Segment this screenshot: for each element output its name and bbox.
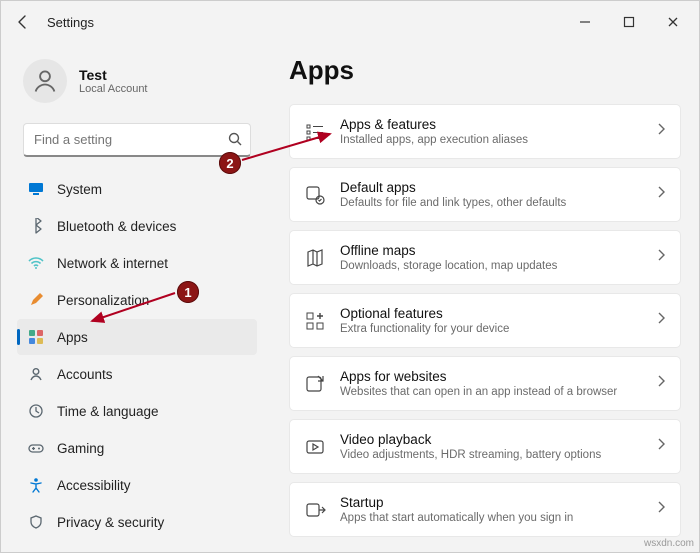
apps-icon bbox=[27, 328, 45, 346]
sidebar-item-personalization[interactable]: Personalization bbox=[17, 282, 257, 318]
sidebar-item-label: Personalization bbox=[57, 293, 149, 308]
display-icon bbox=[27, 180, 45, 198]
chevron-right-icon bbox=[656, 500, 666, 519]
sidebar-item-time[interactable]: Time & language bbox=[17, 393, 257, 429]
search-icon bbox=[227, 131, 243, 152]
sidebar-item-apps[interactable]: Apps bbox=[17, 319, 257, 355]
card-subtitle: Websites that can open in an app instead… bbox=[340, 386, 642, 398]
annotation-badge-1: 1 bbox=[177, 281, 199, 303]
card-title: Default apps bbox=[340, 180, 642, 195]
grid-plus-icon bbox=[304, 310, 326, 332]
nav-list: System Bluetooth & devices Network & int… bbox=[17, 171, 257, 552]
sidebar-item-label: Windows Update bbox=[57, 552, 159, 553]
window-controls bbox=[563, 7, 695, 37]
card-default-apps[interactable]: Default apps Defaults for file and link t… bbox=[289, 167, 681, 222]
chevron-right-icon bbox=[656, 122, 666, 141]
startup-icon bbox=[304, 499, 326, 521]
annotation-badge-2: 2 bbox=[219, 152, 241, 174]
search-container bbox=[23, 123, 251, 157]
card-title: Apps for websites bbox=[340, 369, 642, 384]
watermark: wsxdn.com bbox=[644, 538, 694, 549]
card-offline-maps[interactable]: Offline maps Downloads, storage location,… bbox=[289, 230, 681, 285]
list-icon bbox=[304, 121, 326, 143]
sidebar-item-label: System bbox=[57, 182, 102, 197]
sidebar-item-label: Accessibility bbox=[57, 478, 131, 493]
user-subtitle: Local Account bbox=[79, 83, 148, 95]
map-icon bbox=[304, 247, 326, 269]
sidebar-item-privacy[interactable]: Privacy & security bbox=[17, 504, 257, 540]
video-icon bbox=[304, 436, 326, 458]
card-subtitle: Video adjustments, HDR streaming, batter… bbox=[340, 449, 642, 461]
card-video-playback[interactable]: Video playback Video adjustments, HDR str… bbox=[289, 419, 681, 474]
page-title: Apps bbox=[289, 55, 681, 86]
sidebar-item-accessibility[interactable]: Accessibility bbox=[17, 467, 257, 503]
minimize-button[interactable] bbox=[563, 7, 607, 37]
card-subtitle: Defaults for file and link types, other … bbox=[340, 197, 642, 209]
sidebar-item-label: Apps bbox=[57, 330, 88, 345]
chevron-right-icon bbox=[656, 185, 666, 204]
chevron-right-icon bbox=[656, 437, 666, 456]
sidebar-item-label: Network & internet bbox=[57, 256, 168, 271]
card-startup[interactable]: Startup Apps that start automatically whe… bbox=[289, 482, 681, 537]
maximize-button[interactable] bbox=[607, 7, 651, 37]
sidebar-item-network[interactable]: Network & internet bbox=[17, 245, 257, 281]
sidebar-item-accounts[interactable]: Accounts bbox=[17, 356, 257, 392]
window-title: Settings bbox=[47, 15, 94, 30]
titlebar: Settings bbox=[1, 1, 699, 43]
sidebar-item-label: Bluetooth & devices bbox=[57, 219, 176, 234]
chevron-right-icon bbox=[656, 248, 666, 267]
sidebar-item-bluetooth[interactable]: Bluetooth & devices bbox=[17, 208, 257, 244]
sidebar: Test Local Account System Bluetooth & de… bbox=[1, 43, 265, 552]
card-optional-features[interactable]: Optional features Extra functionality for… bbox=[289, 293, 681, 348]
sidebar-item-label: Gaming bbox=[57, 441, 104, 456]
card-apps-features[interactable]: Apps & features Installed apps, app execu… bbox=[289, 104, 681, 159]
card-apps-for-websites[interactable]: Apps for websites Websites that can open … bbox=[289, 356, 681, 411]
wifi-icon bbox=[27, 254, 45, 272]
sidebar-item-label: Time & language bbox=[57, 404, 159, 419]
user-account-row[interactable]: Test Local Account bbox=[17, 49, 257, 119]
card-title: Apps & features bbox=[340, 117, 642, 132]
card-title: Optional features bbox=[340, 306, 642, 321]
clock-icon bbox=[27, 402, 45, 420]
app-link-icon bbox=[304, 373, 326, 395]
card-subtitle: Extra functionality for your device bbox=[340, 323, 642, 335]
sidebar-item-update[interactable]: Windows Update bbox=[17, 541, 257, 552]
update-icon bbox=[27, 550, 45, 552]
brush-icon bbox=[27, 291, 45, 309]
close-button[interactable] bbox=[651, 7, 695, 37]
card-title: Offline maps bbox=[340, 243, 642, 258]
default-apps-icon bbox=[304, 184, 326, 206]
sidebar-item-label: Accounts bbox=[57, 367, 113, 382]
content-pane: Apps Apps & features Installed apps, app … bbox=[265, 43, 699, 552]
avatar bbox=[23, 59, 67, 103]
accessibility-icon bbox=[27, 476, 45, 494]
card-title: Startup bbox=[340, 495, 642, 510]
card-subtitle: Apps that start automatically when you s… bbox=[340, 512, 642, 524]
search-input[interactable] bbox=[23, 123, 251, 157]
card-subtitle: Installed apps, app execution aliases bbox=[340, 134, 642, 146]
sidebar-item-gaming[interactable]: Gaming bbox=[17, 430, 257, 466]
sidebar-item-system[interactable]: System bbox=[17, 171, 257, 207]
settings-window: Settings Test Local Account bbox=[0, 0, 700, 553]
bluetooth-icon bbox=[27, 217, 45, 235]
sidebar-item-label: Privacy & security bbox=[57, 515, 164, 530]
gamepad-icon bbox=[27, 439, 45, 457]
chevron-right-icon bbox=[656, 374, 666, 393]
shield-icon bbox=[27, 513, 45, 531]
card-subtitle: Downloads, storage location, map updates bbox=[340, 260, 642, 272]
user-name: Test bbox=[79, 67, 148, 83]
chevron-right-icon bbox=[656, 311, 666, 330]
card-title: Video playback bbox=[340, 432, 642, 447]
person-icon bbox=[27, 365, 45, 383]
back-button[interactable] bbox=[5, 4, 41, 40]
